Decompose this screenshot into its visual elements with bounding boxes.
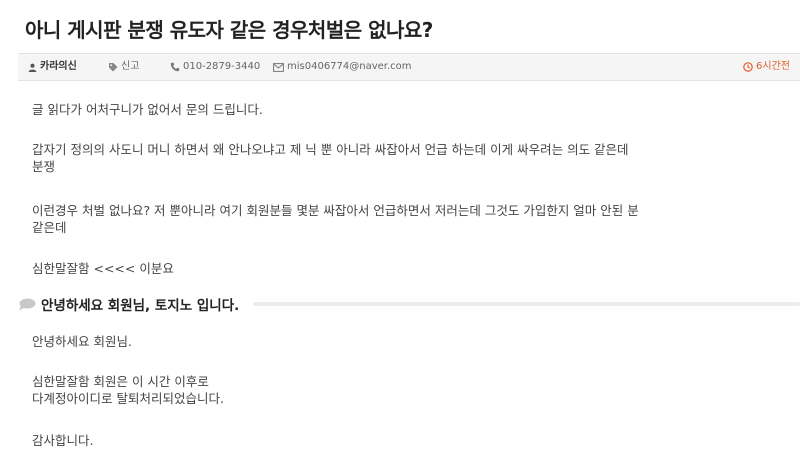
post-paragraph-2-line-1: 갑자기 정의의 사도니 머니 하면서 왜 안나오냐고 제 닉 뿐 아니라 싸잡아… [32, 142, 629, 157]
answer-paragraph-2-line-2: 다계정아이디로 탈퇴처리되었습니다. [32, 391, 224, 406]
email-link[interactable]: mis0406774@naver.com [273, 54, 412, 80]
answer-title: 안녕하세요 회원님, 토지노 입니다. [41, 298, 240, 314]
answer-paragraph-1: 안녕하세요 회원님. [32, 334, 132, 349]
answer-paragraph-2-line-1: 심한말잘함 회원은 이 시간 이후로 [32, 374, 209, 389]
email-address: mis0406774@naver.com [287, 61, 412, 72]
post-time-text: 6시간전 [756, 61, 790, 72]
report-label: 신고 [121, 61, 140, 72]
post-time: 6시간전 [743, 54, 790, 80]
tag-icon [109, 63, 118, 72]
phone-number: 010-2879-3440 [183, 61, 261, 72]
post-meta-bar: 카라의신 신고 010-2879-3440 mis0406774@naver.c… [18, 53, 800, 81]
post-paragraph-3-line-2: 같은데 [32, 220, 67, 235]
post-paragraph-2-line-2: 분쟁 [32, 159, 56, 174]
envelope-icon [273, 62, 284, 72]
post-paragraph-3-line-1: 이런경우 처벌 없나요? 저 뿐아니라 여기 회원분들 몇분 싸잡아서 언급하면… [32, 203, 639, 218]
post-title: 아니 게시판 분쟁 유도자 같은 경우처벌은 없나요? [25, 18, 433, 42]
phone-icon [170, 62, 180, 72]
answer-header: 안녕하세요 회원님, 토지노 입니다. [18, 294, 800, 314]
speech-bubble-icon [19, 298, 36, 310]
author-link[interactable]: 카라의신 [28, 54, 77, 80]
post-paragraph-1: 글 읽다가 어처구니가 없어서 문의 드립니다. [32, 102, 263, 117]
answer-divider [253, 302, 800, 306]
post-paragraph-4: 심한말잘함 <<<< 이분요 [32, 261, 174, 276]
author-name: 카라의신 [40, 61, 77, 72]
phone-info: 010-2879-3440 [170, 54, 260, 80]
answer-paragraph-3: 감사합니다. [32, 433, 94, 448]
user-icon [28, 63, 37, 72]
report-button[interactable]: 신고 [108, 54, 139, 80]
clock-icon [743, 62, 753, 72]
